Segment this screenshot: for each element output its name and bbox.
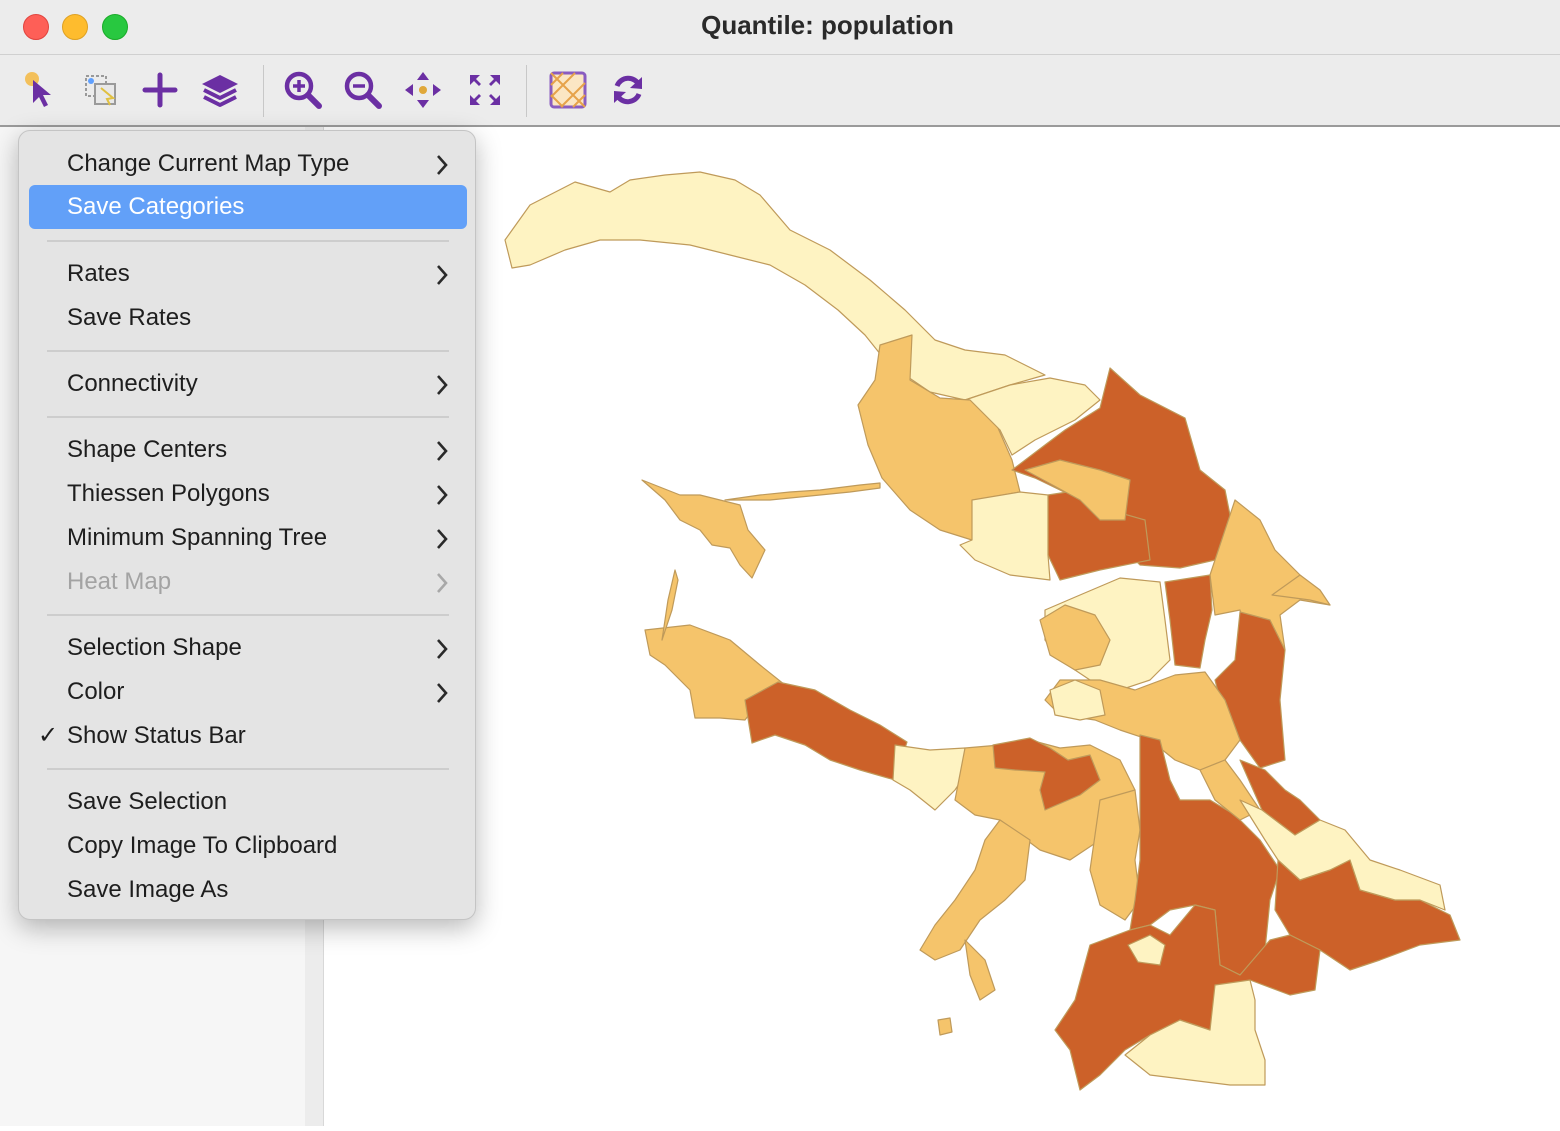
menu-item-label: Heat Map <box>67 568 172 595</box>
menu-separator <box>47 768 449 770</box>
menu-item-label: Thiessen Polygons <box>67 480 270 507</box>
menu-separator <box>47 614 449 616</box>
select-rectangle-button[interactable] <box>78 67 124 113</box>
menu-separator <box>47 240 449 242</box>
layers-icon <box>202 75 238 107</box>
zoom-in-button[interactable] <box>280 67 326 113</box>
map-region <box>964 939 996 1001</box>
menu-item-save-image-as[interactable]: Save Image As <box>29 868 467 912</box>
checkmark-icon: ✓ <box>38 722 59 749</box>
zoom-out-button[interactable] <box>340 67 386 113</box>
map-context-menu: Change Current Map Type Save Categories … <box>18 130 476 920</box>
menu-item-shape-centers[interactable]: Shape Centers <box>29 428 467 472</box>
map-region <box>937 1017 953 1036</box>
menu-item-label: Rates <box>67 260 130 287</box>
map-canvas[interactable] <box>324 127 1560 1126</box>
fit-to-window-button[interactable] <box>462 67 508 113</box>
menu-item-show-status-bar[interactable]: ✓ Show Status Bar <box>29 714 467 758</box>
chevron-right-icon <box>437 155 448 175</box>
map-region <box>641 479 766 579</box>
menu-item-label: Color <box>67 678 125 705</box>
add-layer-icon <box>142 72 178 108</box>
menu-item-copy-image[interactable]: Copy Image To Clipboard <box>29 824 467 868</box>
menu-item-save-categories[interactable]: Save Categories <box>29 185 467 229</box>
chevron-right-icon <box>437 441 448 461</box>
basemap-icon <box>549 71 587 109</box>
menu-separator <box>47 350 449 352</box>
menu-item-label: Connectivity <box>67 370 198 397</box>
select-tool-button[interactable] <box>18 67 64 113</box>
menu-item-selection-shape[interactable]: Selection Shape <box>29 626 467 670</box>
fit-to-window-icon <box>470 75 500 105</box>
menu-item-rates[interactable]: Rates <box>29 252 467 296</box>
title-bar: Quantile: population <box>0 0 1560 55</box>
pan-button[interactable] <box>400 67 446 113</box>
basemap-button[interactable] <box>545 67 591 113</box>
menu-item-save-rates[interactable]: Save Rates <box>29 296 467 340</box>
menu-item-color[interactable]: Color <box>29 670 467 714</box>
layers-button[interactable] <box>197 67 243 113</box>
menu-item-label: Save Image As <box>67 876 229 903</box>
menu-separator <box>47 416 449 418</box>
refresh-icon <box>614 75 642 105</box>
add-layer-button[interactable] <box>137 67 183 113</box>
map-region <box>1164 574 1213 669</box>
chevron-right-icon <box>437 375 448 395</box>
refresh-button[interactable] <box>605 67 651 113</box>
chevron-right-icon <box>437 485 448 505</box>
zoom-out-icon <box>344 71 382 109</box>
menu-item-change-map-type[interactable]: Change Current Map Type <box>29 142 467 186</box>
toolbar-separator <box>263 65 264 117</box>
menu-item-label: Save Categories <box>67 193 245 220</box>
window-title: Quantile: population <box>701 10 954 40</box>
select-icon <box>25 72 51 107</box>
menu-item-save-selection[interactable]: Save Selection <box>29 780 467 824</box>
chevron-right-icon <box>437 529 448 549</box>
pan-icon <box>405 72 441 108</box>
menu-item-label: Show Status Bar <box>67 722 246 749</box>
menu-item-label: Save Selection <box>67 788 228 815</box>
menu-item-label: Selection Shape <box>67 634 242 661</box>
map-region <box>959 491 1051 581</box>
choropleth-map[interactable] <box>324 127 1560 1126</box>
menu-item-label: Change Current Map Type <box>67 150 350 177</box>
select-by-rectangle-icon <box>85 75 116 106</box>
chevron-right-icon <box>437 639 448 659</box>
menu-item-heat-map: Heat Map <box>29 560 467 604</box>
map-region <box>919 819 1031 961</box>
menu-item-label: Copy Image To Clipboard <box>67 832 338 859</box>
map-toolbar <box>0 55 1560 127</box>
menu-item-label: Minimum Spanning Tree <box>67 524 328 551</box>
menu-item-label: Save Rates <box>67 304 192 331</box>
chevron-right-icon <box>437 683 448 703</box>
chevron-right-icon <box>437 573 448 593</box>
menu-item-label: Shape Centers <box>67 436 228 463</box>
menu-item-minimum-spanning-tree[interactable]: Minimum Spanning Tree <box>29 516 467 560</box>
map-region <box>744 681 908 781</box>
toolbar-separator <box>526 65 527 117</box>
menu-item-connectivity[interactable]: Connectivity <box>29 362 467 406</box>
zoom-in-icon <box>284 71 322 109</box>
menu-item-thiessen-polygons[interactable]: Thiessen Polygons <box>29 472 467 516</box>
map-region <box>504 171 1046 401</box>
chevron-right-icon <box>437 265 448 285</box>
map-region <box>724 482 881 501</box>
